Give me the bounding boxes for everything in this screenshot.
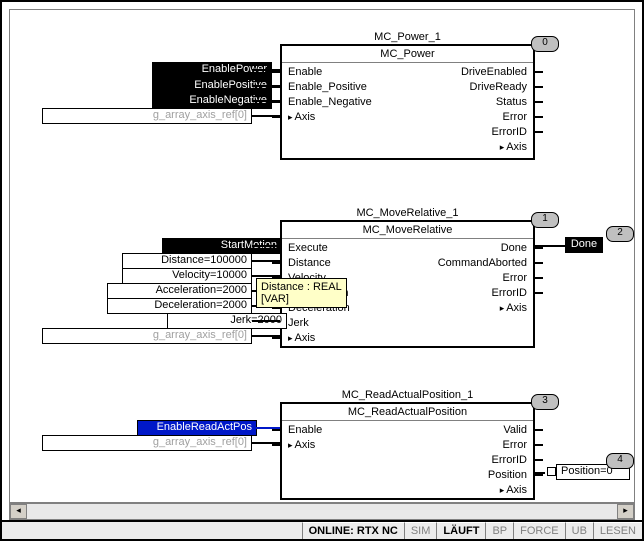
fb-instance-name: MC_ReadActualPosition_1: [282, 389, 533, 401]
tooltip-distance: Distance : REAL [VAR]: [256, 278, 347, 308]
diagram-canvas[interactable]: MC_Power_1 MC_Power Enable Enable_Positi…: [9, 9, 635, 503]
pin-commandaborted: CommandAborted: [438, 256, 527, 271]
pin-errorid: ErrorID: [438, 286, 527, 301]
tag-acceleration[interactable]: Acceleration=2000: [107, 283, 252, 299]
pin-status: Status: [461, 95, 527, 110]
pin-driveready: DriveReady: [461, 80, 527, 95]
pin-axis-out: Axis: [438, 301, 527, 316]
scroll-left-button[interactable]: ◂: [10, 504, 27, 519]
tag-deceleration[interactable]: Deceleration=2000: [107, 298, 252, 314]
pin-position: Position: [488, 468, 527, 483]
pin-axis: Axis: [288, 438, 322, 453]
horizontal-scrollbar[interactable]: ◂ ▸: [9, 503, 635, 520]
fb-type-name: MC_ReadActualPosition: [282, 404, 533, 421]
tag-distance[interactable]: Distance=100000: [122, 253, 252, 269]
tooltip-line1: Distance : REAL: [261, 281, 342, 293]
pin-axis-out: Axis: [461, 140, 527, 155]
pin-jerk: Jerk: [288, 316, 350, 331]
pin-execute: Execute: [288, 241, 350, 256]
pin-enable-positive: Enable_Positive: [288, 80, 372, 95]
pin-distance: Distance: [288, 256, 350, 271]
fb-mc-power[interactable]: MC_Power_1 MC_Power Enable Enable_Positi…: [280, 44, 535, 160]
fb-type-name: MC_Power: [282, 46, 533, 63]
scroll-track[interactable]: [27, 504, 617, 519]
tooltip-line2: [VAR]: [261, 293, 342, 305]
out-marker-icon: [547, 467, 556, 476]
block-id-0[interactable]: 0: [531, 36, 559, 52]
pin-valid: Valid: [488, 423, 527, 438]
fb-instance-name: MC_MoveRelative_1: [282, 207, 533, 219]
pin-driveenabled: DriveEnabled: [461, 65, 527, 80]
diagram-area: MC_Power_1 MC_Power Enable Enable_Positi…: [12, 12, 632, 500]
pin-error: Error: [488, 438, 527, 453]
tag-velocity[interactable]: Velocity=10000: [122, 268, 252, 284]
pin-enable-negative: Enable_Negative: [288, 95, 372, 110]
pin-done: Done: [438, 241, 527, 256]
pin-enable: Enable: [288, 65, 372, 80]
status-sim[interactable]: SIM: [404, 522, 437, 539]
status-run[interactable]: LÄUFT: [436, 522, 485, 539]
tag-axis-ref-1[interactable]: g_array_axis_ref[0]: [42, 108, 252, 124]
tag-axis-ref-2[interactable]: g_array_axis_ref[0]: [42, 328, 252, 344]
tag-done-output[interactable]: Done: [565, 237, 603, 253]
fb-instance-name: MC_Power_1: [282, 31, 533, 43]
fb-type-name: MC_MoveRelative: [282, 222, 533, 239]
pin-enable: Enable: [288, 423, 322, 438]
pin-axis: Axis: [288, 331, 350, 346]
status-bar: ONLINE: RTX NC SIM LÄUFT BP FORCE UB LES…: [2, 520, 642, 539]
status-ub[interactable]: UB: [565, 522, 593, 539]
block-id-3[interactable]: 3: [531, 394, 559, 410]
block-id-1[interactable]: 1: [531, 212, 559, 228]
status-online[interactable]: ONLINE: RTX NC: [302, 522, 404, 539]
block-id-4[interactable]: 4: [606, 453, 634, 469]
tag-axis-ref-3[interactable]: g_array_axis_ref[0]: [42, 435, 252, 451]
pin-axis-out: Axis: [488, 483, 527, 498]
pin-axis: Axis: [288, 110, 372, 125]
app-frame: MC_Power_1 MC_Power Enable Enable_Positi…: [0, 0, 644, 541]
fb-mc-readactualposition[interactable]: MC_ReadActualPosition_1 MC_ReadActualPos…: [280, 402, 535, 500]
status-lesen[interactable]: LESEN: [593, 522, 642, 539]
block-id-2[interactable]: 2: [606, 226, 634, 242]
tag-enable-read[interactable]: EnableReadActPos: [137, 420, 257, 436]
pin-error: Error: [461, 110, 527, 125]
status-force[interactable]: FORCE: [513, 522, 565, 539]
pin-errorid: ErrorID: [461, 125, 527, 140]
pin-error: Error: [438, 271, 527, 286]
pin-errorid: ErrorID: [488, 453, 527, 468]
status-bp[interactable]: BP: [485, 522, 513, 539]
scroll-right-button[interactable]: ▸: [617, 504, 634, 519]
